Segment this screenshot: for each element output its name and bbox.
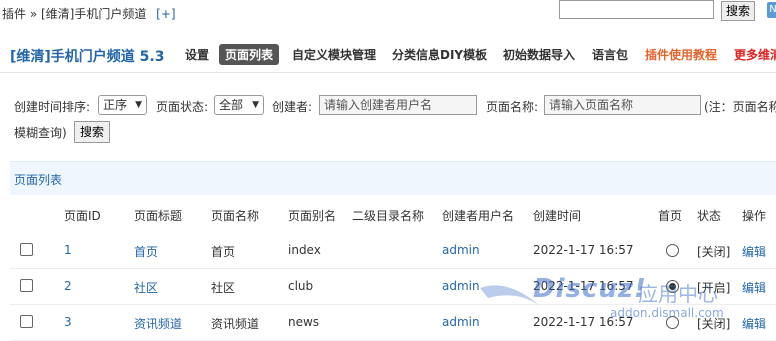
- status-label: 页面状态:: [156, 100, 209, 114]
- page-name-input[interactable]: 请输入页面名称: [544, 95, 701, 115]
- row-created: 2022-1-17 16:57: [533, 315, 634, 329]
- row-status[interactable]: [开启]: [697, 279, 730, 296]
- chevron-down-icon: ▼: [252, 100, 259, 110]
- row-creator-link[interactable]: admin: [442, 279, 480, 293]
- row-title-link[interactable]: 资讯频道: [134, 315, 182, 332]
- row-name: 首页: [211, 245, 236, 259]
- row-id[interactable]: 3: [64, 315, 72, 329]
- add-shortcut-link[interactable]: [+]: [156, 7, 175, 21]
- corner-badge[interactable]: N: [767, 2, 776, 18]
- row-id[interactable]: 1: [64, 243, 72, 257]
- sort-select-value: 正序: [103, 98, 128, 112]
- row-status[interactable]: [关闭]: [697, 315, 730, 332]
- row-edit-link[interactable]: 编辑: [742, 315, 766, 332]
- status-select[interactable]: 全部 ▼: [214, 95, 264, 115]
- status-select-value: 全部: [219, 98, 244, 112]
- chevron-down-icon: ▼: [135, 100, 142, 110]
- breadcrumb-text: 插件 » [维清]手机门户频道: [2, 7, 147, 21]
- tab-settings[interactable]: 设置: [185, 46, 209, 63]
- row-checkbox[interactable]: [20, 279, 33, 292]
- row-title-link[interactable]: 首页: [134, 243, 158, 260]
- row-checkbox[interactable]: [20, 315, 33, 328]
- row-alias: index: [288, 243, 321, 257]
- breadcrumb: 插件 » [维清]手机门户频道 [+]: [2, 5, 176, 22]
- section-title: 页面列表: [14, 173, 63, 187]
- row-status[interactable]: [关闭]: [697, 243, 730, 260]
- row-alias: news: [288, 315, 320, 329]
- col-page-id: 页面ID: [64, 209, 101, 223]
- creator-label: 创建者:: [272, 100, 313, 114]
- col-page-title: 页面标题: [134, 209, 183, 223]
- col-subdir: 二级目录名称: [352, 209, 425, 223]
- row-title-link[interactable]: 社区: [134, 279, 158, 296]
- tab-more[interactable]: 更多维清: [734, 46, 776, 63]
- row-creator-link[interactable]: admin: [442, 243, 480, 257]
- table-row: 2 社区 社区 club admin 2022-1-17 16:57 [开启] …: [10, 268, 776, 305]
- page-name-label: 页面名称:: [486, 100, 539, 114]
- tab-page-list[interactable]: 页面列表: [219, 44, 280, 65]
- row-created: 2022-1-17 16:57: [533, 243, 634, 257]
- row-edit-link[interactable]: 编辑: [742, 243, 766, 260]
- col-home: 首页: [658, 209, 683, 223]
- col-creator: 创建者用户名: [442, 209, 515, 223]
- filter-note-line2: 模糊查询): [14, 126, 67, 140]
- global-search-input[interactable]: [559, 0, 714, 19]
- creator-input[interactable]: 请输入创建者用户名: [319, 95, 477, 115]
- tab-custom-modules[interactable]: 自定义模块管理: [292, 46, 376, 63]
- col-actions: 操作: [742, 209, 767, 223]
- row-id[interactable]: 2: [64, 279, 72, 293]
- tab-classified-diy[interactable]: 分类信息DIY模板: [392, 46, 487, 63]
- plugin-nav: [维清]手机门户频道 5.3 设置 页面列表 自定义模块管理 分类信息DIY模板…: [0, 38, 776, 73]
- col-status: 状态: [697, 209, 722, 223]
- col-page-alias: 页面别名: [288, 209, 337, 223]
- sort-label: 创建时间排序:: [14, 100, 91, 114]
- filter-search-button[interactable]: 搜索: [74, 121, 111, 143]
- section-header: 页面列表: [10, 161, 776, 195]
- row-name: 资讯频道: [211, 317, 260, 331]
- row-edit-link[interactable]: 编辑: [742, 279, 766, 296]
- tab-tutorial[interactable]: 插件使用教程: [645, 46, 717, 63]
- tab-import-data[interactable]: 初始数据导入: [503, 46, 575, 63]
- col-page-name: 页面名称: [211, 209, 260, 223]
- home-radio[interactable]: [666, 316, 679, 329]
- sort-select[interactable]: 正序 ▼: [98, 95, 147, 115]
- home-radio[interactable]: [666, 244, 679, 257]
- app-title: [维清]手机门户频道 5.3: [10, 49, 165, 65]
- table-row: 1 首页 首页 index admin 2022-1-17 16:57 [关闭]…: [10, 232, 776, 269]
- col-created: 创建时间: [533, 209, 582, 223]
- row-alias: club: [288, 279, 314, 293]
- table-row: 3 资讯频道 资讯频道 news admin 2022-1-17 16:57 […: [10, 304, 776, 341]
- tab-language-pack[interactable]: 语言包: [592, 46, 628, 63]
- row-checkbox[interactable]: [20, 243, 33, 256]
- global-search-button[interactable]: 搜索: [721, 1, 756, 21]
- filter-note: (注：页面名称: [704, 100, 776, 114]
- row-creator-link[interactable]: admin: [442, 315, 480, 329]
- row-created: 2022-1-17 16:57: [533, 279, 634, 293]
- top-bar: 插件 » [维清]手机门户频道 [+] 搜索 N: [0, 0, 776, 26]
- home-radio[interactable]: [666, 280, 679, 293]
- row-name: 社区: [211, 281, 236, 295]
